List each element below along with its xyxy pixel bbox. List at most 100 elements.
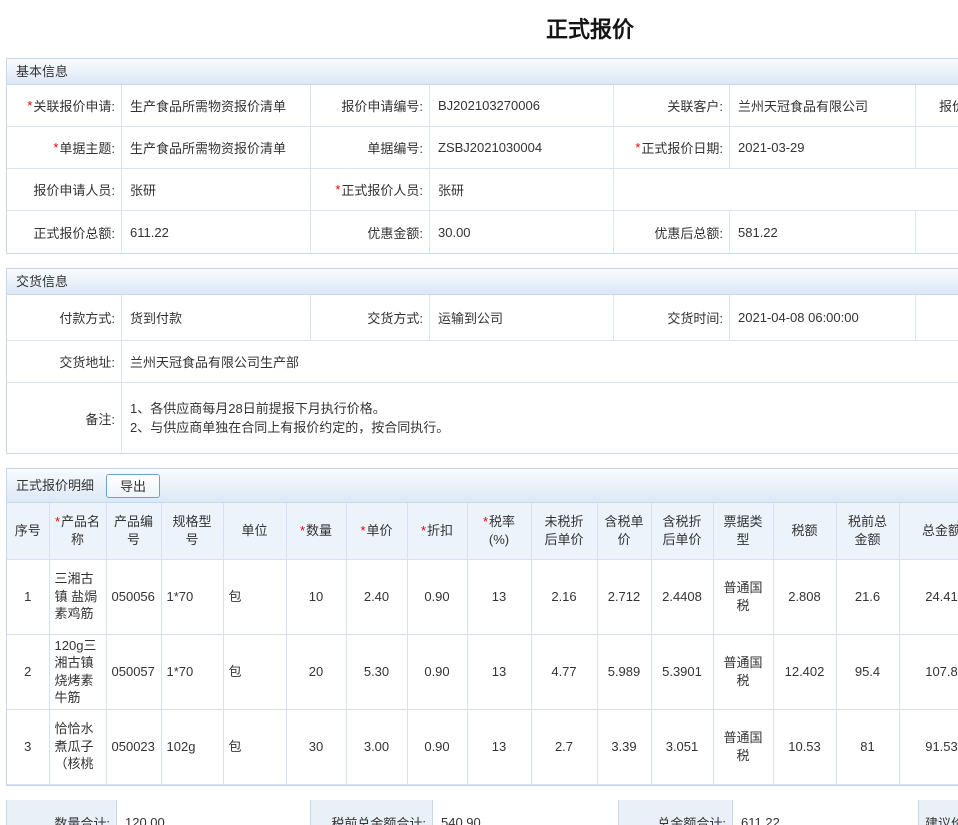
cell-seq: 2 <box>7 634 49 709</box>
export-button[interactable]: 导出 <box>106 474 160 498</box>
column-header-total: 总金额 <box>899 503 958 559</box>
field-value: 运输到公司 <box>429 295 614 340</box>
cell-total: 107.8 <box>899 634 958 709</box>
detail-table: 序号 *产品名 称 产品编 号 规格型 号 单位 *数量 *单价 *折扣 *税率… <box>7 503 958 785</box>
section-basic-info: 基本信息 *关联报价申请: 生产食品所需物资报价清单 报价申请编号: BJ202… <box>6 58 958 254</box>
cell-product-name: 120g三湘古镇烧烤素牛筋 <box>49 634 106 709</box>
field-value: BJ202103270006 <box>429 85 614 126</box>
form-row: *单据主题: 生产食品所需物资报价清单 单据编号: ZSBJ2021030004… <box>7 127 958 169</box>
field-label: 报价申请编号: <box>311 85 429 126</box>
cell-spec: 1*70 <box>161 559 223 634</box>
remark-value: 1、各供应商每月28日前提报下月执行价格。 2、与供应商单独在合同上有报价约定的… <box>121 383 958 453</box>
section-delivery-info: 交货信息 付款方式: 货到付款 交货方式: 运输到公司 交货时间: 2021-0… <box>6 268 958 454</box>
column-header-product-code: 产品编 号 <box>106 503 161 559</box>
summary-label-grand-total: 总金额合计: <box>619 800 732 825</box>
column-header-unit: 单位 <box>223 503 286 559</box>
cell-taxed-price: 2.712 <box>597 559 651 634</box>
summary-label-quantity-total: 数量合计: <box>7 800 116 825</box>
field-label: 付款方式: <box>7 295 121 340</box>
field-label: *正式报价日期: <box>614 127 729 168</box>
field-label <box>916 211 958 253</box>
cell-unit: 包 <box>223 634 286 709</box>
cell-tax-amount: 10.53 <box>773 709 836 784</box>
field-value: 611.22 <box>121 211 311 253</box>
quotation-page: 正式报价 基本信息 *关联报价申请: 生产食品所需物资报价清单 报价申请编号: … <box>0 0 958 825</box>
field-value: 生产食品所需物资报价清单 <box>121 127 311 168</box>
field-label: 备注: <box>7 383 121 453</box>
field-label: 优惠金额: <box>311 211 429 253</box>
cell-quantity: 30 <box>286 709 346 784</box>
cell-unit-price: 2.40 <box>346 559 407 634</box>
cell-unit-price: 3.00 <box>346 709 407 784</box>
cell-unit-price: 5.30 <box>346 634 407 709</box>
column-header-taxed-price: 含税单 价 <box>597 503 651 559</box>
field-value: 581.22 <box>729 211 916 253</box>
field-label: 报价 <box>916 85 958 126</box>
cell-spec: 1*70 <box>161 634 223 709</box>
field-label: 单据编号: <box>311 127 429 168</box>
column-header-tax-rate: *税率 (%) <box>467 503 531 559</box>
page-content: 正式报价 基本信息 *关联报价申请: 生产食品所需物资报价清单 报价申请编号: … <box>0 0 958 825</box>
page-title: 正式报价 <box>0 0 958 58</box>
field-label: 正式报价总额: <box>7 211 121 253</box>
cell-taxed-discounted-price: 2.4408 <box>651 559 713 634</box>
field-value <box>916 295 958 340</box>
column-header-product-name: *产品名 称 <box>49 503 106 559</box>
summary-label-suggested-price: 建议价 <box>919 800 958 825</box>
cell-product-code: 050023 <box>106 709 161 784</box>
required-marker: * <box>300 523 305 538</box>
cell-quantity: 20 <box>286 634 346 709</box>
column-header-pretax-discounted-price: 未税折 后单价 <box>531 503 597 559</box>
table-row: 1 三湘古镇 盐焗素鸡筋 050056 1*70 包 10 2.40 0.90 … <box>7 559 958 634</box>
cell-pretax-total: 21.6 <box>836 559 899 634</box>
cell-total: 24.41 <box>899 559 958 634</box>
cell-pretax-total: 95.4 <box>836 634 899 709</box>
form-row: *关联报价申请: 生产食品所需物资报价清单 报价申请编号: BJ20210327… <box>7 85 958 127</box>
field-label <box>614 169 729 210</box>
field-label <box>916 169 958 210</box>
cell-discount: 0.90 <box>407 634 467 709</box>
form-row: 交货地址: 兰州天冠食品有限公司生产部 <box>7 341 958 383</box>
field-label: 交货时间: <box>614 295 729 340</box>
form-row: 付款方式: 货到付款 交货方式: 运输到公司 交货时间: 2021-04-08 … <box>7 295 958 341</box>
required-marker: * <box>55 514 60 529</box>
required-marker: * <box>27 98 32 113</box>
cell-product-name: 恰恰水煮瓜子（核桃 <box>49 709 106 784</box>
cell-seq: 1 <box>7 559 49 634</box>
cell-pretax-discounted-price: 4.77 <box>531 634 597 709</box>
field-label: *单据主题: <box>7 127 121 168</box>
cell-unit: 包 <box>223 559 286 634</box>
summary-value-pretax-total: 540.90 <box>432 800 619 825</box>
column-header-taxed-discounted-price: 含税折 后单价 <box>651 503 713 559</box>
field-label: 关联客户: <box>614 85 729 126</box>
cell-taxed-price: 5.989 <box>597 634 651 709</box>
section-quotation-detail: 正式报价明细 导出 序号 *产品名 称 产品编 号 规格型 号 单位 *数量 *… <box>6 468 958 786</box>
field-label: 优惠后总额: <box>614 211 729 253</box>
cell-taxed-price: 3.39 <box>597 709 651 784</box>
section-basic-header: 基本信息 <box>7 59 958 85</box>
remark-line: 2、与供应商单独在合同上有报价约定的，按合同执行。 <box>130 418 958 437</box>
required-marker: * <box>483 514 488 529</box>
cell-tax-rate: 13 <box>467 634 531 709</box>
field-value <box>729 169 916 210</box>
section-detail-title: 正式报价明细 <box>16 473 94 498</box>
field-value: 张研 <box>429 169 614 210</box>
cell-total: 91.53 <box>899 709 958 784</box>
required-marker: * <box>360 523 365 538</box>
field-label: *关联报价申请: <box>7 85 121 126</box>
field-label <box>916 127 958 168</box>
field-value: 兰州天冠食品有限公司生产部 <box>121 341 958 382</box>
field-label: 交货地址: <box>7 341 121 382</box>
cell-seq: 3 <box>7 709 49 784</box>
field-value: 货到付款 <box>121 295 311 340</box>
detail-table-header-row: 序号 *产品名 称 产品编 号 规格型 号 单位 *数量 *单价 *折扣 *税率… <box>7 503 958 559</box>
field-value: ZSBJ2021030004 <box>429 127 614 168</box>
cell-quantity: 10 <box>286 559 346 634</box>
cell-unit: 包 <box>223 709 286 784</box>
required-marker: * <box>53 140 58 155</box>
cell-tax-rate: 13 <box>467 559 531 634</box>
column-header-invoice-type: 票据类 型 <box>713 503 773 559</box>
column-header-pretax-total: 税前总 金额 <box>836 503 899 559</box>
cell-tax-amount: 2.808 <box>773 559 836 634</box>
field-value: 30.00 <box>429 211 614 253</box>
